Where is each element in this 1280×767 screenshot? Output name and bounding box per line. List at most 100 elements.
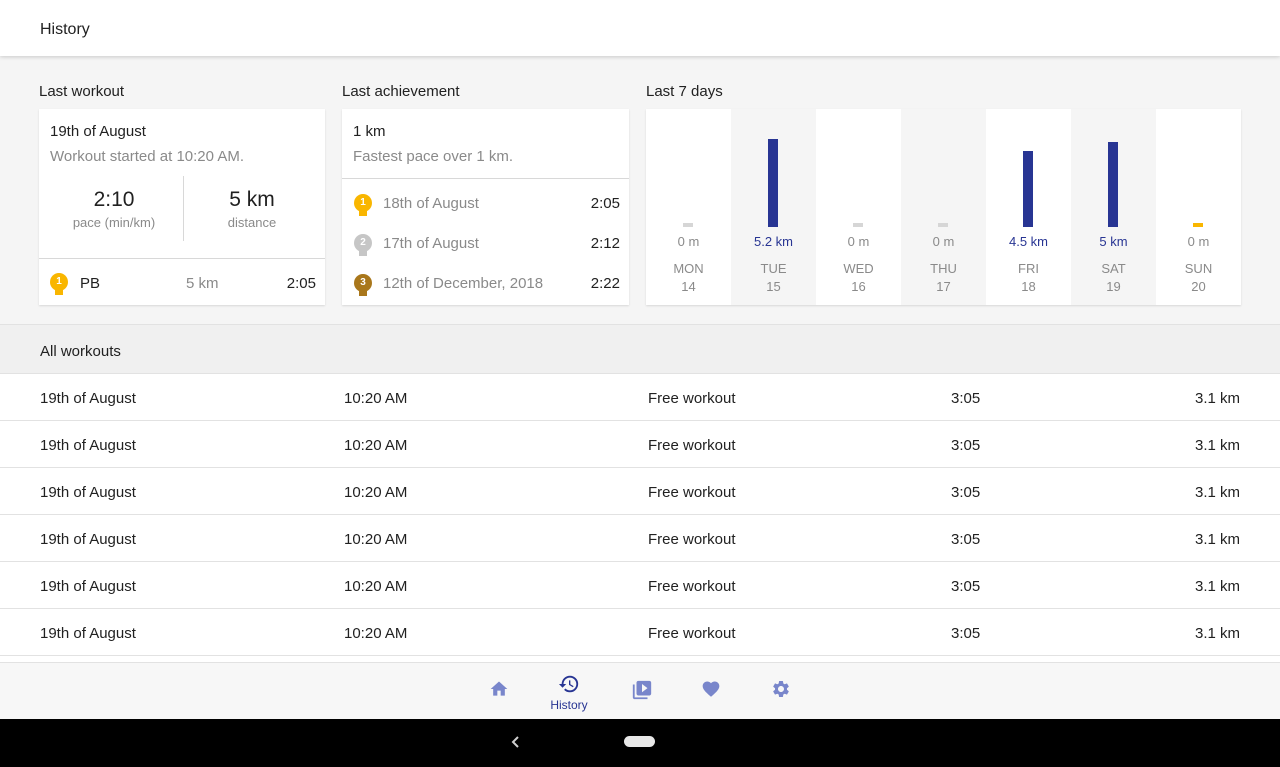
chart-day-name: WED bbox=[843, 261, 874, 276]
workout-distance: 3.1 km bbox=[1194, 531, 1240, 548]
workout-time: 10:20 AM bbox=[344, 531, 408, 548]
achievement-title: 1 km bbox=[353, 123, 386, 140]
chart-day-number: 18 bbox=[1021, 279, 1036, 294]
chart-bar bbox=[1193, 223, 1203, 227]
table-row[interactable]: 19th of August 10:20 AM Free workout 3:05 3.… bbox=[0, 609, 1280, 656]
nav-videos[interactable] bbox=[611, 663, 671, 720]
chart-day-number: 15 bbox=[766, 279, 781, 294]
nav-history[interactable]: History bbox=[539, 663, 599, 720]
chart-bar bbox=[853, 223, 863, 227]
distance-label: distance bbox=[227, 215, 277, 230]
chart-value-label: 5.2 km bbox=[753, 234, 793, 249]
gold-medal-icon: 1 bbox=[49, 273, 69, 297]
home-pill-button[interactable] bbox=[624, 736, 655, 747]
workout-distance: 3.1 km bbox=[1194, 390, 1240, 407]
nav-history-label: History bbox=[550, 698, 588, 712]
chart-day-sat[interactable]: 5 km SAT 19 bbox=[1071, 109, 1156, 305]
chart-day-mon[interactable]: 0 m MON 14 bbox=[646, 109, 731, 305]
chart-value-label: 0 m bbox=[932, 234, 955, 249]
achievement-entry-date: 17th of August bbox=[383, 235, 479, 252]
all-workouts-heading: All workouts bbox=[40, 343, 121, 360]
workout-type: Free workout bbox=[648, 390, 736, 407]
workout-type: Free workout bbox=[648, 531, 736, 548]
last-achievement-heading: Last achievement bbox=[342, 83, 460, 100]
workout-pace: 3:05 bbox=[951, 484, 981, 501]
chart-day-name: MON bbox=[673, 261, 704, 276]
chart-bar bbox=[1108, 142, 1118, 227]
workout-type: Free workout bbox=[648, 578, 736, 595]
last-7-days-heading: Last 7 days bbox=[646, 83, 723, 100]
nav-home[interactable] bbox=[469, 663, 529, 720]
pb-label: PB bbox=[80, 275, 101, 292]
heart-icon bbox=[702, 681, 720, 697]
chart-day-number: 19 bbox=[1106, 279, 1121, 294]
workout-pace: 3:05 bbox=[951, 531, 981, 548]
chart-day-number: 17 bbox=[936, 279, 951, 294]
workout-type: Free workout bbox=[648, 437, 736, 454]
chart-day-name: TUE bbox=[760, 261, 787, 276]
pace-value: 2:10 bbox=[93, 188, 135, 211]
last-workout-card[interactable]: 19th of August Workout started at 10:20 … bbox=[39, 109, 325, 305]
chart-value-label: 4.5 km bbox=[1008, 234, 1048, 249]
workout-date: 19th of August bbox=[40, 578, 136, 595]
chart-day-name: SUN bbox=[1184, 261, 1213, 276]
nav-settings[interactable] bbox=[751, 663, 811, 720]
workout-distance: 3.1 km bbox=[1194, 484, 1240, 501]
chart-day-name: FRI bbox=[1018, 261, 1039, 276]
page-title: History bbox=[40, 21, 90, 38]
achievement-entry-date: 12th of December, 2018 bbox=[383, 275, 544, 292]
chart-day-number: 20 bbox=[1191, 279, 1206, 294]
achievement-entry-date: 18th of August bbox=[383, 195, 479, 212]
table-row[interactable]: 19th of August 10:20 AM Free workout 3:05 3.… bbox=[0, 421, 1280, 468]
workout-distance: 3.1 km bbox=[1194, 625, 1240, 642]
workout-pace: 3:05 bbox=[951, 390, 981, 407]
workout-time: 10:20 AM bbox=[344, 578, 408, 595]
chart-value-label: 0 m bbox=[847, 234, 870, 249]
workout-pace: 3:05 bbox=[951, 578, 981, 595]
app-bar: History bbox=[0, 0, 1280, 56]
distance-value: 5 km bbox=[229, 188, 275, 211]
chart-bar bbox=[1023, 151, 1033, 227]
table-row[interactable]: 19th of August 10:20 AM Free workout 3:05 3.… bbox=[0, 374, 1280, 421]
chart-day-thu[interactable]: 0 m THU 17 bbox=[901, 109, 986, 305]
chart-day-sun[interactable]: 0 m SUN 20 bbox=[1156, 109, 1241, 305]
all-workouts-header: All workouts bbox=[0, 324, 1280, 374]
chart-value-label: 0 m bbox=[677, 234, 700, 249]
pace-label: pace (min/km) bbox=[72, 215, 156, 230]
table-row[interactable]: 19th of August 10:20 AM Free workout 3:05 3.… bbox=[0, 515, 1280, 562]
nav-favorites[interactable] bbox=[681, 663, 741, 720]
video-library-icon bbox=[632, 680, 652, 700]
chart-day-wed[interactable]: 0 m WED 16 bbox=[816, 109, 901, 305]
chart-value-label: 0 m bbox=[1187, 234, 1210, 249]
last-achievement-card[interactable]: 1 km Fastest pace over 1 km. 1 18th of A… bbox=[342, 109, 629, 305]
card-divider bbox=[342, 178, 629, 179]
workout-time: 10:20 AM bbox=[344, 437, 408, 454]
chart-day-name: THU bbox=[930, 261, 957, 276]
card-divider bbox=[39, 258, 325, 259]
chart-day-fri[interactable]: 4.5 km FRI 18 bbox=[986, 109, 1071, 305]
workout-pace: 3:05 bbox=[951, 625, 981, 642]
workout-distance: 3.1 km bbox=[1194, 578, 1240, 595]
back-icon[interactable] bbox=[509, 735, 523, 749]
chart-bar bbox=[938, 223, 948, 227]
workout-date: 19th of August bbox=[40, 390, 136, 407]
workout-list[interactable]: 19th of August 10:20 AM Free workout 3:05 3.… bbox=[0, 374, 1280, 662]
silver-medal-icon: 2 bbox=[353, 234, 373, 258]
table-row[interactable]: 19th of August 10:20 AM Free workout 3:05 3.… bbox=[0, 468, 1280, 515]
last-workout-date: 19th of August bbox=[50, 123, 146, 140]
workout-time: 10:20 AM bbox=[344, 390, 408, 407]
gold-medal-icon: 1 bbox=[353, 194, 373, 218]
workout-date: 19th of August bbox=[40, 625, 136, 642]
pb-distance: 5 km bbox=[186, 275, 219, 292]
workout-pace: 3:05 bbox=[951, 437, 981, 454]
workout-distance: 3.1 km bbox=[1194, 437, 1240, 454]
workout-type: Free workout bbox=[648, 484, 736, 501]
workout-time: 10:20 AM bbox=[344, 625, 408, 642]
home-icon bbox=[490, 681, 508, 696]
chart-bar bbox=[768, 139, 778, 227]
chart-day-tue[interactable]: 5.2 km TUE 15 bbox=[731, 109, 816, 305]
table-row[interactable]: 19th of August 10:20 AM Free workout 3:05 3.… bbox=[0, 562, 1280, 609]
achievement-subtitle: Fastest pace over 1 km. bbox=[353, 148, 514, 165]
last-workout-heading: Last workout bbox=[39, 83, 125, 100]
workout-time: 10:20 AM bbox=[344, 484, 408, 501]
